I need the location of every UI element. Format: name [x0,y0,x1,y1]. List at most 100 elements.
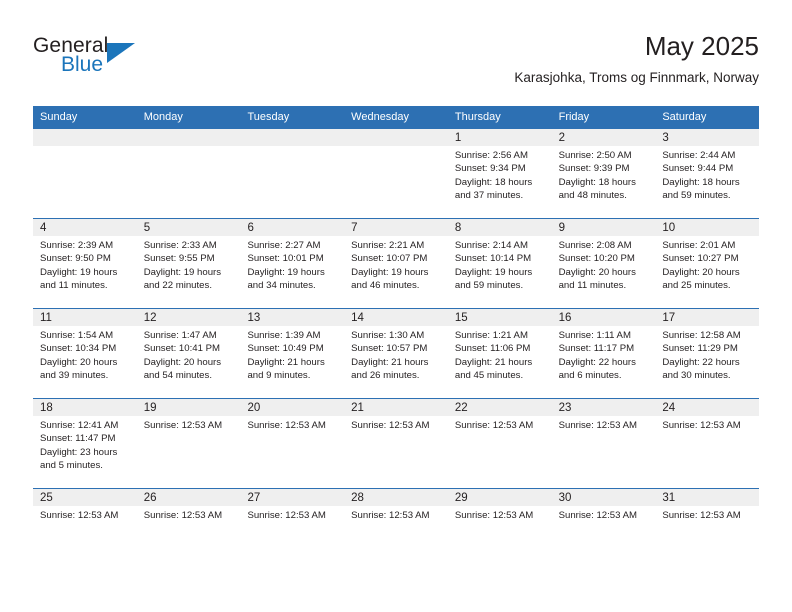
calendar-day-cell[interactable]: 12 Sunrise: 1:47 AM Sunset: 10:41 PM Daylig… [136,309,241,398]
calendar-day-cell[interactable]: 7 Sunrise: 2:21 AM Sunset: 10:07 PM Dayligh… [344,219,448,308]
calendar-day-cell[interactable]: 18 Sunrise: 12:41 AM Sunset: 11:47 PM Dayli… [33,399,137,488]
calendar-day-cell[interactable]: 14 Sunrise: 1:30 AM Sunset: 10:57 PM Daylig… [344,309,448,398]
calendar-day-cell[interactable]: 16 Sunrise: 1:11 AM Sunset: 11:17 PM Daylig… [551,309,656,398]
day-detail-line: Sunset: 10:01 PM [247,253,324,265]
day-number: 21 [344,399,448,416]
day-number: 31 [655,489,760,506]
day-number: 8 [447,219,552,236]
day-detail-line: Sunset: 11:17 PM [558,343,635,355]
calendar-day-cell[interactable]: 25 Sunrise: 12:53 AM [33,489,137,578]
day-details: Sunrise: 1:21 AM Sunset: 11:06 PM Daylight… [448,326,552,383]
day-detail-line: Daylight: 21 hours [247,356,325,368]
day-number: 22 [447,399,552,416]
calendar-day-cell[interactable]: 29 Sunrise: 12:53 AM [447,489,552,578]
day-detail-line: Daylight: 19 hours [454,266,533,278]
day-detail-line: and 39 minutes. [40,370,109,382]
day-detail-line: Sunrise: 12:53 AM [247,420,326,431]
day-number: 6 [240,219,345,236]
calendar-day-cell[interactable]: 15 Sunrise: 1:21 AM Sunset: 11:06 PM Daylig… [447,309,552,398]
calendar-day-cell[interactable]: 28 Sunrise: 12:53 AM [344,489,448,578]
calendar-day-cell[interactable]: 2 Sunrise: 2:50 AM Sunset: 9:39 PM Daylight… [551,129,656,218]
general-blue-logo[interactable]: General Blue [33,34,153,86]
day-detail-line: and 37 minutes. [454,190,524,202]
day-details: Sunrise: 1:30 AM Sunset: 10:57 PM Daylight… [344,326,448,383]
calendar-day-cell[interactable]: 5 Sunrise: 2:33 AM Sunset: 9:55 PM Daylight… [136,219,241,308]
calendar-day-cell[interactable]: 30 Sunrise: 12:53 AM [551,489,656,578]
calendar-weeks: 1 Sunrise: 2:56 AM Sunset: 9:34 PM Daylight… [33,129,760,578]
day-details: Sunrise: 2:08 AM Sunset: 10:20 PM Daylight… [552,236,656,293]
calendar-day-cell[interactable]: 4 Sunrise: 2:39 AM Sunset: 9:50 PM Daylight… [33,219,137,308]
calendar-day-cell[interactable]: 23 Sunrise: 12:53 AM [551,399,656,488]
day-details: Sunrise: 12:41 AM Sunset: 11:47 PM Dayligh… [33,416,137,473]
day-detail-line: Sunrise: 12:53 AM [662,420,741,431]
day-detail-line: Sunset: 9:44 PM [662,163,734,175]
day-number [33,129,137,146]
day-detail-line: Sunrise: 12:58 AM [662,330,741,341]
calendar-day-cell[interactable]: 21 Sunrise: 12:53 AM [344,399,448,488]
day-detail-line: and 48 minutes. [558,190,627,202]
day-number: 5 [136,219,241,236]
day-details [344,146,448,149]
day-details: Sunrise: 12:53 AM [448,416,552,432]
calendar-day-cell[interactable]: 1 Sunrise: 2:56 AM Sunset: 9:34 PM Daylight… [447,129,552,218]
day-details: Sunrise: 12:53 AM [655,416,759,432]
day-details: Sunrise: 12:53 AM [552,506,656,522]
day-detail-line: and 30 minutes. [662,370,731,382]
day-details: Sunrise: 12:53 AM [240,506,344,522]
day-details: Sunrise: 2:14 AM Sunset: 10:14 PM Daylight… [448,236,552,293]
title-block: May 2025 Karasjohka, Troms og Finnmark, … [514,30,759,88]
day-detail-line: and 25 minutes. [662,280,731,292]
day-detail-line: and 11 minutes. [40,280,108,292]
day-detail-line: Sunrise: 12:53 AM [558,420,637,431]
calendar-day-cell[interactable]: 22 Sunrise: 12:53 AM [447,399,552,488]
day-number: 7 [344,219,448,236]
day-number [344,129,448,146]
day-detail-line: Sunrise: 1:54 AM [40,330,114,341]
day-details: Sunrise: 2:50 AM Sunset: 9:39 PM Daylight:… [552,146,656,203]
day-details: Sunrise: 12:53 AM [344,506,448,522]
calendar-day-cell[interactable]: 6 Sunrise: 2:27 AM Sunset: 10:01 PM Dayligh… [240,219,345,308]
calendar-day-cell[interactable]: 26 Sunrise: 12:53 AM [136,489,241,578]
day-detail-line: Daylight: 21 hours [351,356,429,368]
calendar-day-cell[interactable]: 3 Sunrise: 2:44 AM Sunset: 9:44 PM Daylight… [655,129,760,218]
day-number: 13 [240,309,345,326]
day-details: Sunrise: 1:54 AM Sunset: 10:34 PM Daylight… [33,326,137,383]
calendar-day-cell[interactable]: 19 Sunrise: 12:53 AM [136,399,241,488]
day-detail-line: Sunrise: 1:21 AM [454,330,528,341]
day-detail-line: Daylight: 20 hours [143,356,222,368]
day-detail-line: and 26 minutes. [351,370,420,382]
day-detail-line: Sunset: 10:57 PM [351,343,428,355]
calendar-day-cell[interactable]: 10 Sunrise: 2:01 AM Sunset: 10:27 PM Daylig… [655,219,760,308]
day-details: Sunrise: 2:33 AM Sunset: 9:55 PM Daylight:… [137,236,241,293]
day-detail-line: Daylight: 21 hours [454,356,533,368]
calendar-day-cell[interactable]: 11 Sunrise: 1:54 AM Sunset: 10:34 PM Daylig… [33,309,137,398]
day-detail-line: Sunset: 9:39 PM [558,163,630,175]
calendar-day-cell[interactable]: 8 Sunrise: 2:14 AM Sunset: 10:14 PM Dayligh… [447,219,552,308]
day-details: Sunrise: 12:53 AM [137,506,241,522]
day-number: 23 [551,399,656,416]
day-detail-line: Sunrise: 1:47 AM [143,330,217,341]
day-detail-line: and 9 minutes. [247,370,311,382]
calendar-day-cell[interactable]: 27 Sunrise: 12:53 AM [240,489,345,578]
calendar-day-cell[interactable]: 9 Sunrise: 2:08 AM Sunset: 10:20 PM Dayligh… [551,219,656,308]
calendar-day-cell[interactable]: 13 Sunrise: 1:39 AM Sunset: 10:49 PM Daylig… [240,309,345,398]
calendar-day-cell[interactable]: 24 Sunrise: 12:53 AM [655,399,760,488]
day-detail-line: Sunrise: 2:08 AM [558,240,632,251]
day-detail-line: Sunset: 11:47 PM [40,433,116,445]
day-number: 16 [551,309,656,326]
day-detail-line: and 6 minutes. [558,370,622,382]
day-detail-line: Sunrise: 2:44 AM [662,150,736,161]
calendar-week-row: 11 Sunrise: 1:54 AM Sunset: 10:34 PM Daylig… [33,308,760,398]
day-detail-line: and 11 minutes. [558,280,627,292]
calendar-day-cell[interactable]: 17 Sunrise: 12:58 AM Sunset: 11:29 PM Dayli… [655,309,760,398]
day-detail-line: and 45 minutes. [454,370,524,382]
day-detail-line: Sunset: 10:14 PM [454,253,532,265]
day-of-week-header: Sunday Monday Tuesday Wednesday Thursday Frid… [33,106,759,129]
calendar-day-cell[interactable]: 31 Sunrise: 12:53 AM [655,489,760,578]
day-detail-line: Sunrise: 2:33 AM [143,240,217,251]
day-of-week-sunday: Sunday [40,111,78,123]
day-details: Sunrise: 2:21 AM Sunset: 10:07 PM Daylight… [344,236,448,293]
day-detail-line: Sunset: 10:27 PM [662,253,739,265]
calendar-day-cell[interactable]: 20 Sunrise: 12:53 AM [240,399,345,488]
day-detail-line: Sunrise: 12:53 AM [143,420,223,431]
